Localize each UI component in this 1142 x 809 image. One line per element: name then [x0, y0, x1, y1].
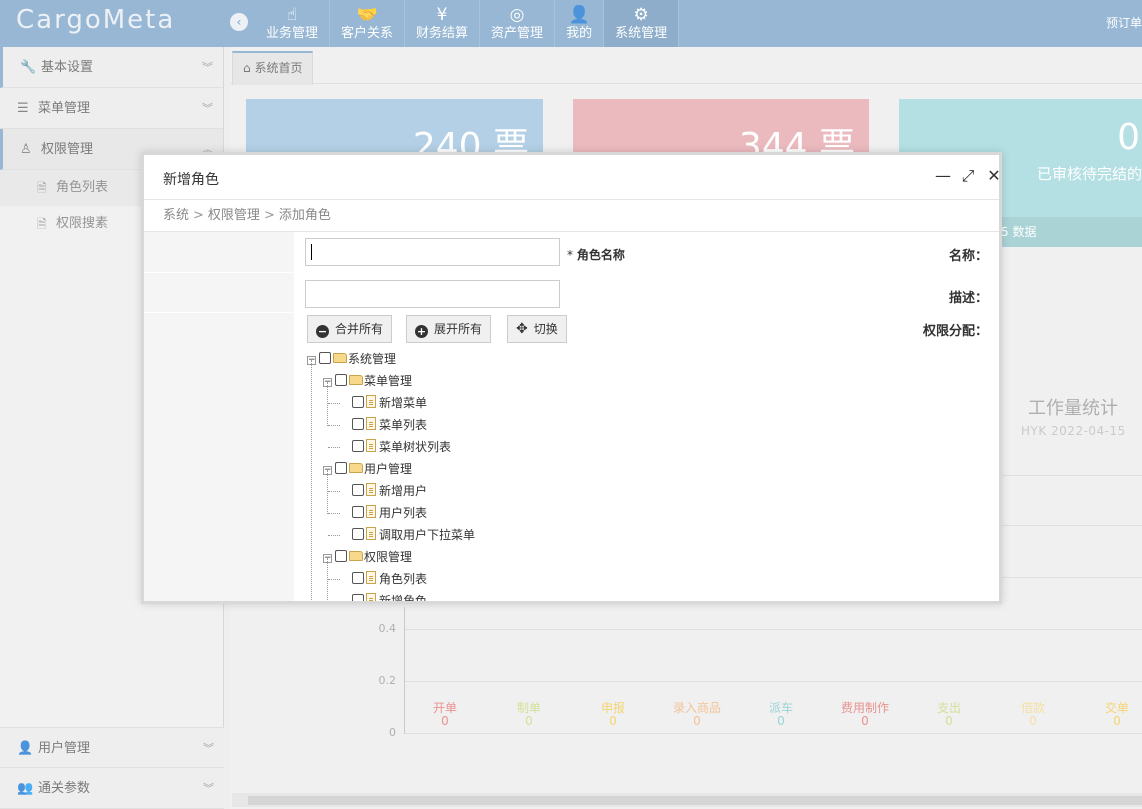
toggle-button[interactable]: ✥ 切换	[507, 315, 567, 343]
tree-checkbox[interactable]	[319, 352, 331, 364]
tree-node-label: 新增菜单	[379, 396, 428, 410]
chevron-right-icon: >	[193, 208, 204, 223]
role-name-input[interactable]	[305, 238, 560, 266]
form-label-column	[144, 232, 294, 601]
tree-node-label: 新增角色	[379, 594, 428, 604]
folder-open-icon	[349, 463, 363, 473]
tree-node-label: 菜单列表	[379, 418, 428, 432]
tree-connector-line	[327, 558, 328, 601]
tree-leaf-node[interactable]: 用户列表	[352, 504, 427, 522]
tree-connector-line	[328, 579, 340, 580]
tree-checkbox[interactable]	[352, 484, 364, 496]
file-icon	[366, 505, 376, 518]
tree-checkbox[interactable]	[335, 462, 347, 474]
tree-checkbox[interactable]	[352, 528, 364, 540]
tree-node-label: 菜单管理	[364, 374, 413, 388]
file-icon	[366, 395, 376, 408]
folder-open-icon	[349, 551, 363, 561]
tree-folder-node[interactable]: − 系统管理	[307, 350, 396, 368]
description-label: 描述：	[948, 291, 988, 306]
tree-node-label: 权限管理	[364, 550, 413, 564]
tree-leaf-node[interactable]: 菜单树状列表	[352, 438, 451, 456]
breadcrumb: 系统 > 权限管理 > 添加角色	[144, 200, 999, 232]
tree-node-label: 用户管理	[364, 462, 413, 476]
tree-checkbox[interactable]	[352, 572, 364, 584]
tree-checkbox[interactable]	[335, 550, 347, 562]
breadcrumb-item[interactable]: 权限管理	[208, 208, 260, 223]
expand-arrows-icon: ✥	[516, 321, 528, 337]
tree-checkbox[interactable]	[352, 594, 364, 601]
tree-connector-line	[311, 360, 312, 601]
row-divider	[144, 272, 294, 273]
dialog-body: 名称： * 角色名称 描述： 权限分配： − 合并所有 + 展开所有 ✥ 切换 − 系统…	[144, 232, 999, 604]
tree-node-label: 调取用户下拉菜单	[379, 528, 476, 542]
plus-circle-icon: +	[415, 325, 428, 338]
minimize-icon[interactable]: —	[934, 166, 952, 185]
file-icon	[366, 593, 376, 601]
dialog-header: 新增角色 — ⤢ ✕	[144, 155, 999, 200]
tree-connector-line	[327, 470, 328, 514]
tree-connector-line	[328, 425, 340, 426]
tree-leaf-node[interactable]: 新增用户	[352, 482, 427, 500]
tree-connector-line	[328, 535, 340, 536]
add-role-dialog: 新增角色 — ⤢ ✕ 系统 > 权限管理 > 添加角色 名称： * 角色名称 描述： 权…	[141, 152, 1002, 604]
tree-connector-line	[328, 447, 340, 448]
tree-checkbox[interactable]	[335, 374, 347, 386]
file-icon	[366, 417, 376, 430]
tree-connector-line	[328, 601, 340, 602]
tree-node-label: 新增用户	[379, 484, 428, 498]
tree-leaf-node[interactable]: 角色列表	[352, 570, 427, 588]
tree-node-label: 菜单树状列表	[379, 440, 452, 454]
file-icon	[366, 483, 376, 496]
name-label: 名称：	[948, 249, 988, 264]
collapse-all-button[interactable]: − 合并所有	[307, 315, 393, 343]
close-icon[interactable]: ✕	[985, 166, 999, 185]
tree-folder-node[interactable]: − 用户管理	[323, 460, 412, 478]
tree-checkbox[interactable]	[352, 396, 364, 408]
tree-connector-line	[328, 403, 340, 404]
dialog-title: 新增角色	[163, 172, 219, 188]
folder-open-icon	[333, 353, 347, 363]
role-description-input[interactable]	[305, 280, 560, 308]
tree-connector-line	[328, 491, 340, 492]
expand-all-button[interactable]: + 展开所有	[406, 315, 492, 343]
file-icon	[366, 571, 376, 584]
maximize-icon[interactable]: ⤢	[959, 166, 977, 186]
chevron-right-icon: >	[263, 208, 275, 223]
row-divider	[144, 312, 294, 313]
tree-node-label: 系统管理	[348, 352, 397, 366]
tree-checkbox[interactable]	[352, 440, 364, 452]
tree-leaf-node[interactable]: 新增角色	[352, 592, 428, 604]
minus-circle-icon: −	[316, 325, 329, 338]
breadcrumb-item: 添加角色	[278, 208, 331, 223]
tree-checkbox[interactable]	[352, 418, 364, 430]
file-icon	[366, 439, 376, 452]
file-icon	[366, 527, 376, 540]
tree-connector-line	[328, 513, 340, 514]
tree-node-label: 角色列表	[379, 572, 428, 586]
tree-leaf-node[interactable]: 菜单列表	[352, 416, 427, 434]
tree-folder-node[interactable]: − 权限管理	[323, 548, 412, 566]
text-cursor	[311, 244, 312, 260]
tree-node-label: 用户列表	[379, 506, 428, 520]
tree-leaf-node[interactable]: 新增菜单	[352, 394, 427, 412]
folder-open-icon	[349, 375, 363, 385]
name-hint: * 角色名称	[567, 248, 625, 262]
tree-leaf-node[interactable]: 调取用户下拉菜单	[352, 526, 475, 544]
tree-checkbox[interactable]	[352, 506, 364, 518]
permission-tree: − 系统管理 − 菜单管理新增菜单菜单列表菜单树状列表 − 用户管理新增用户用户列表调取用…	[307, 350, 907, 604]
breadcrumb-item[interactable]: 系统	[163, 208, 189, 223]
permission-label: 权限分配：	[922, 324, 988, 339]
tree-connector-line	[327, 382, 328, 426]
tree-folder-node[interactable]: − 菜单管理	[323, 372, 412, 390]
